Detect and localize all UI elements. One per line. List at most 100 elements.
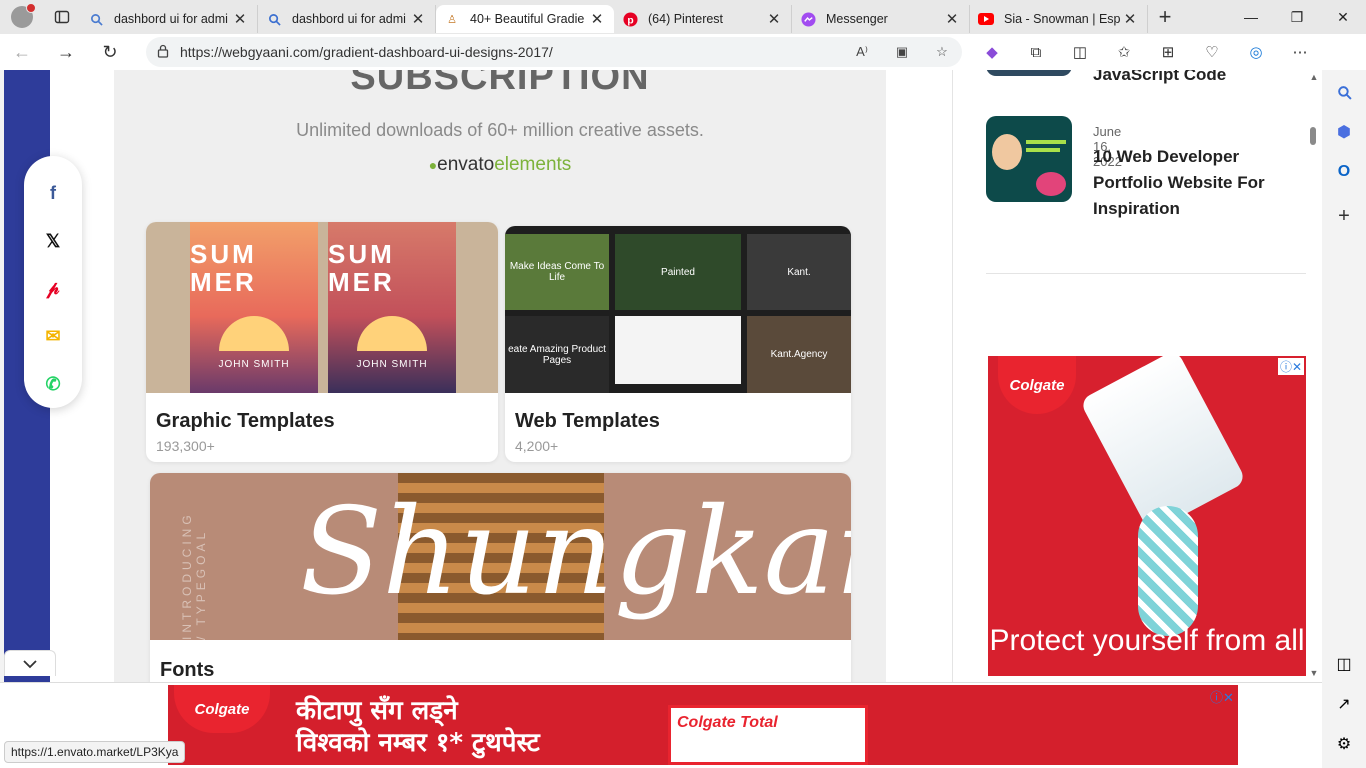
tab-2[interactable]: dashbord ui for admi ✕ <box>258 5 436 33</box>
tab-3-active[interactable]: ♙ 40+ Beautiful Gradie ✕ <box>436 5 614 33</box>
card-title[interactable]: Fonts <box>160 659 214 682</box>
edge-bar-icon[interactable]: ◎ <box>1234 34 1278 70</box>
graphic-templates-card[interactable]: SUM MER JOHN SMITH SUM MER JOHN SMITH Gr… <box>146 222 498 462</box>
web-templates-card[interactable]: Make Ideas Come To Life Painted Kant. ea… <box>505 226 851 462</box>
fonts-image: INTRODUCING / TYPEGOAL Shungkara <box>150 473 851 640</box>
close-icon[interactable]: ✕ <box>765 10 783 28</box>
copilot-designer-icon[interactable]: ◆ <box>970 34 1014 70</box>
share-bar: f 𝕏 𝓅 ✉ ✆ <box>24 156 82 408</box>
refresh-button[interactable]: ↻ <box>88 34 132 70</box>
web-templates-image: Make Ideas Come To Life Painted Kant. ea… <box>505 226 851 393</box>
site-icon: ♙ <box>447 13 457 26</box>
bottom-sticky-ad[interactable]: Colgate कीटाणु सँग लड्ने विश्वको नम्बर १… <box>0 682 1322 768</box>
page-viewport: f 𝕏 𝓅 ✉ ✆ SUBSCRIPTION Unlimited downloa… <box>4 70 1322 768</box>
tab-actions-icon[interactable] <box>44 0 80 34</box>
tab-6[interactable]: Sia - Snowman | Espa ✕ <box>970 5 1148 33</box>
edge-sidebar: ⬢ O + ◫ ↗ ⚙ <box>1322 70 1366 768</box>
envato-logo[interactable]: ●envatoelements <box>114 154 886 176</box>
close-icon[interactable]: ✕ <box>231 10 249 28</box>
sidebar-panel-icon[interactable]: ◫ <box>1322 644 1366 684</box>
ad-headline: Protect yourself from all <box>989 624 1305 657</box>
more-menu-icon[interactable]: ⋯ <box>1278 34 1322 70</box>
poster-sub: JOHN SMITH <box>218 359 290 370</box>
url-text[interactable]: https://webgyaani.com/gradient-dashboard… <box>180 44 842 60</box>
sidebar-ad[interactable]: Colgate Protect yourself from all ⓘ✕ <box>988 356 1306 676</box>
extensions-icon[interactable]: ⧉ <box>1014 34 1058 70</box>
tab-4[interactable]: p (64) Pinterest ✕ <box>614 5 792 33</box>
back-button[interactable]: ← <box>0 34 44 70</box>
post-title[interactable]: 10 Web Developer Portfolio Website For I… <box>1093 144 1313 222</box>
brand-sub: elements <box>494 154 572 175</box>
sun-shape <box>219 316 289 351</box>
close-icon[interactable]: ✕ <box>588 10 606 28</box>
facebook-icon[interactable]: f <box>33 170 73 218</box>
graphic-templates-image: SUM MER JOHN SMITH SUM MER JOHN SMITH <box>146 222 498 393</box>
tab-1[interactable]: dashbord ui for admi ✕ <box>80 5 258 33</box>
fonts-card[interactable]: INTRODUCING / TYPEGOAL Shungkara Fonts <box>150 473 851 693</box>
browser-essentials-icon[interactable]: ♡ <box>1190 34 1234 70</box>
web-thumb: Painted <box>615 234 741 310</box>
post-thumbnail[interactable] <box>986 70 1072 76</box>
restore-icon[interactable]: ❐ <box>1274 0 1320 34</box>
scroll-down-icon[interactable]: ▼ <box>1306 668 1322 678</box>
ad-brand-logo: Colgate <box>998 356 1076 414</box>
page-heading: SUBSCRIPTION <box>350 70 650 98</box>
collapse-button[interactable] <box>4 650 56 676</box>
ad-banner[interactable]: Colgate कीटाणु सँग लड्ने विश्वको नम्बर १… <box>168 685 1238 765</box>
card-count: 193,300+ <box>156 438 215 454</box>
close-window-icon[interactable]: ✕ <box>1320 0 1366 34</box>
x-twitter-icon[interactable]: 𝕏 <box>33 218 73 266</box>
poster-sub: JOHN SMITH <box>356 359 428 370</box>
poster-image: SUM MER JOHN SMITH <box>190 222 318 393</box>
immersive-reader-icon[interactable]: ▣ <box>882 44 922 60</box>
window-controls: — ❐ ✕ <box>1228 0 1366 34</box>
post-title[interactable]: JavaScript Code <box>1093 70 1313 88</box>
main-content: SUBSCRIPTION Unlimited downloads of 60+ … <box>114 70 886 768</box>
ad-close-icon[interactable]: ⓘ✕ <box>1210 687 1234 706</box>
web-thumb <box>615 316 741 384</box>
favorite-star-icon[interactable]: ☆ <box>922 44 962 60</box>
pinterest-icon: p <box>622 11 638 27</box>
card-count: 4,200+ <box>515 438 559 454</box>
address-bar[interactable]: https://webgyaani.com/gradient-dashboard… <box>146 37 962 67</box>
profile-button[interactable] <box>0 0 44 34</box>
search-icon[interactable] <box>1322 72 1366 112</box>
card-title[interactable]: Graphic Templates <box>156 410 335 433</box>
vertical-scrollbar[interactable]: ▲ ▼ <box>1306 70 1322 682</box>
settings-icon[interactable]: ⚙ <box>1322 724 1366 764</box>
email-icon[interactable]: ✉ <box>33 313 73 361</box>
poster-title: SUM MER <box>190 239 257 297</box>
font-script-text: Shungkara <box>300 483 851 622</box>
ad-brand-logo: Colgate <box>174 685 270 733</box>
split-screen-icon[interactable]: ◫ <box>1058 34 1102 70</box>
close-icon[interactable]: ✕ <box>943 10 961 28</box>
search-icon <box>266 11 282 27</box>
minimize-icon[interactable]: — <box>1228 0 1274 34</box>
pinterest-icon[interactable]: 𝓅 <box>33 265 73 313</box>
add-app-icon[interactable]: + <box>1322 196 1366 236</box>
open-external-icon[interactable]: ↗ <box>1322 684 1366 724</box>
whatsapp-icon[interactable]: ✆ <box>33 360 73 408</box>
search-icon <box>88 11 104 27</box>
outlook-icon[interactable]: O <box>1322 152 1366 192</box>
forward-button[interactable]: → <box>44 34 88 70</box>
new-tab-button[interactable]: + <box>1148 4 1182 30</box>
close-icon[interactable]: ✕ <box>1121 10 1139 28</box>
copilot-app-icon[interactable]: ⬢ <box>1322 112 1366 152</box>
scroll-up-icon[interactable]: ▲ <box>1306 72 1322 82</box>
sidebar-divider <box>986 273 1308 274</box>
collections-icon[interactable]: ⊞ <box>1146 34 1190 70</box>
lock-icon[interactable] <box>146 44 180 61</box>
tab-bar: dashbord ui for admi ✕ dashbord ui for a… <box>0 0 1366 34</box>
leaf-icon: ● <box>428 157 438 173</box>
tab-title: Messenger <box>826 12 888 26</box>
read-aloud-icon[interactable]: A⁾ <box>842 44 882 60</box>
ad-close-icon[interactable]: ⓘ✕ <box>1277 358 1304 375</box>
tab-5[interactable]: Messenger ✕ <box>792 5 970 33</box>
card-title[interactable]: Web Templates <box>515 410 660 433</box>
web-thumb: Kant. <box>747 234 851 310</box>
scroll-thumb[interactable] <box>1310 127 1316 145</box>
favorites-icon[interactable]: ✩ <box>1102 34 1146 70</box>
close-icon[interactable]: ✕ <box>409 10 427 28</box>
post-thumbnail[interactable] <box>986 116 1072 202</box>
